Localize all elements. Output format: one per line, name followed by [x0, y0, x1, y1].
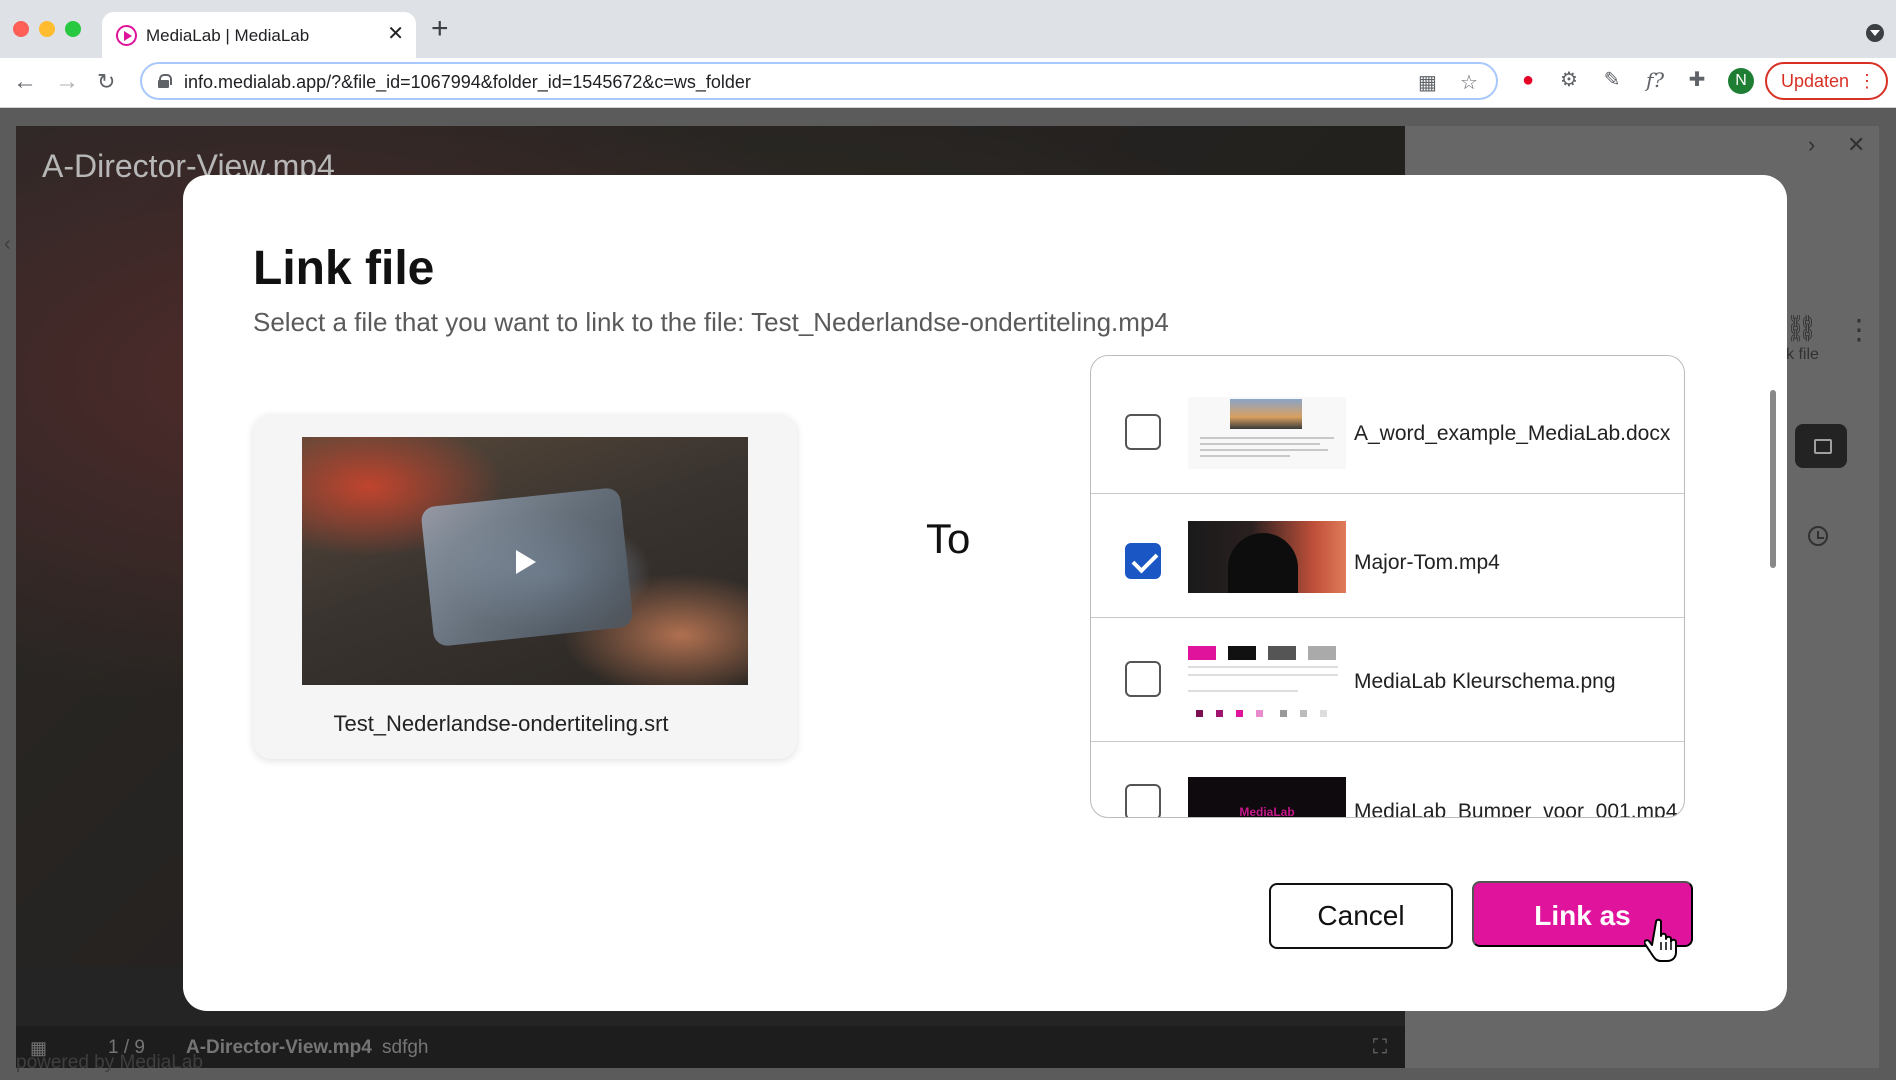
- hand-cursor-icon: [1644, 918, 1677, 962]
- document-thumbnail: [1188, 397, 1346, 469]
- file-name: MediaLab_Bumper_voor_001.mp4: [1354, 800, 1678, 818]
- thumbnail-logo-text: MediaLab: [1239, 805, 1295, 818]
- file-checkbox[interactable]: [1125, 414, 1161, 450]
- dialog-subtitle: Select a file that you want to link to t…: [253, 307, 1169, 337]
- maximize-window-button[interactable]: [65, 21, 81, 37]
- file-name: Major-Tom.mp4: [1354, 551, 1500, 574]
- swatch: [1228, 646, 1256, 660]
- file-row[interactable]: A_word_example_MediaLab.docx: [1091, 356, 1684, 494]
- file-row[interactable]: Major-Tom.mp4: [1091, 494, 1684, 618]
- url-text[interactable]: info.medialab.app/?&file_id=1067994&fold…: [184, 72, 751, 93]
- file-checkbox[interactable]: [1125, 661, 1161, 697]
- thumbnail-image: [1230, 399, 1302, 429]
- source-file-name: Test_Nederlandse-ondertiteling.srt: [333, 711, 669, 736]
- browser-tab[interactable]: MediaLab | MediaLab ✕: [102, 12, 416, 58]
- reload-icon[interactable]: ↻: [97, 68, 115, 96]
- swatch: [1308, 646, 1336, 660]
- bumper-thumbnail: MediaLab: [1188, 777, 1346, 818]
- swatch: [1268, 646, 1296, 660]
- bookmark-star-icon[interactable]: ☆: [1460, 70, 1478, 95]
- file-checkbox-checked[interactable]: [1125, 543, 1161, 579]
- qr-code-icon[interactable]: ▦: [1418, 70, 1437, 95]
- tab-search-chevron-down-icon[interactable]: [1866, 24, 1884, 42]
- to-label: To: [926, 515, 971, 562]
- profile-avatar[interactable]: N: [1728, 68, 1754, 94]
- text-line: [1188, 690, 1298, 692]
- video-thumbnail: [1188, 521, 1346, 593]
- pinterest-extension-icon[interactable]: ●: [1516, 68, 1540, 92]
- formula-extension-icon[interactable]: f?: [1643, 68, 1667, 92]
- file-row[interactable]: MediaLab MediaLab_Bumper_voor_001.mp4: [1091, 742, 1684, 818]
- update-label: Updaten: [1781, 71, 1850, 91]
- color-dot: [1300, 710, 1307, 717]
- forward-arrow-icon[interactable]: →: [55, 68, 79, 96]
- text-line: [1200, 443, 1320, 445]
- close-window-button[interactable]: [13, 21, 29, 37]
- file-name: A_word_example_MediaLab.docx: [1354, 422, 1671, 445]
- source-video-thumbnail[interactable]: [302, 437, 748, 685]
- minimize-window-button[interactable]: [39, 21, 55, 37]
- source-file-card: Test_Nederlandse-ondertiteling.srt: [253, 414, 797, 759]
- more-vertical-icon: ⋮: [1858, 71, 1876, 91]
- browser-tab-bar: MediaLab | MediaLab ✕ +: [0, 0, 1896, 58]
- palette-thumbnail: [1188, 642, 1346, 722]
- file-name: MediaLab Kleurschema.png: [1354, 670, 1616, 693]
- address-bar[interactable]: info.medialab.app/?&file_id=1067994&fold…: [140, 62, 1498, 100]
- extensions-puzzle-icon[interactable]: ✚: [1685, 68, 1709, 92]
- tab-close-icon[interactable]: ✕: [387, 24, 404, 44]
- color-dot: [1196, 710, 1203, 717]
- color-dot: [1236, 710, 1243, 717]
- update-browser-button[interactable]: Updaten ⋮: [1765, 62, 1888, 100]
- lock-icon[interactable]: [158, 74, 172, 88]
- back-arrow-icon[interactable]: ←: [13, 68, 37, 96]
- tab-title: MediaLab | MediaLab: [146, 26, 310, 45]
- text-line: [1188, 674, 1338, 676]
- text-line: [1200, 455, 1290, 457]
- text-line: [1200, 449, 1328, 451]
- eyedropper-extension-icon[interactable]: ✎: [1600, 68, 1624, 92]
- link-file-dialog: Link file Select a file that you want to…: [183, 175, 1787, 1011]
- medialab-favicon-icon: [116, 25, 137, 46]
- new-tab-button[interactable]: +: [431, 14, 449, 44]
- thumbnail-subject: [1228, 533, 1298, 593]
- file-list-scrollbar[interactable]: [1770, 390, 1776, 568]
- text-line: [1188, 666, 1338, 668]
- file-list[interactable]: A_word_example_MediaLab.docx Major-Tom.m…: [1090, 355, 1685, 818]
- text-line: [1200, 437, 1334, 439]
- swatch: [1188, 646, 1216, 660]
- color-dot: [1216, 710, 1223, 717]
- cancel-button[interactable]: Cancel: [1269, 883, 1453, 949]
- color-dot: [1320, 710, 1327, 717]
- file-checkbox[interactable]: [1125, 784, 1161, 817]
- settings-extension-icon[interactable]: ⚙: [1557, 68, 1581, 92]
- file-row[interactable]: MediaLab Kleurschema.png: [1091, 618, 1684, 742]
- color-dot: [1280, 710, 1287, 717]
- play-icon[interactable]: [516, 550, 536, 574]
- dialog-title: Link file: [253, 242, 435, 295]
- color-dot: [1256, 710, 1263, 717]
